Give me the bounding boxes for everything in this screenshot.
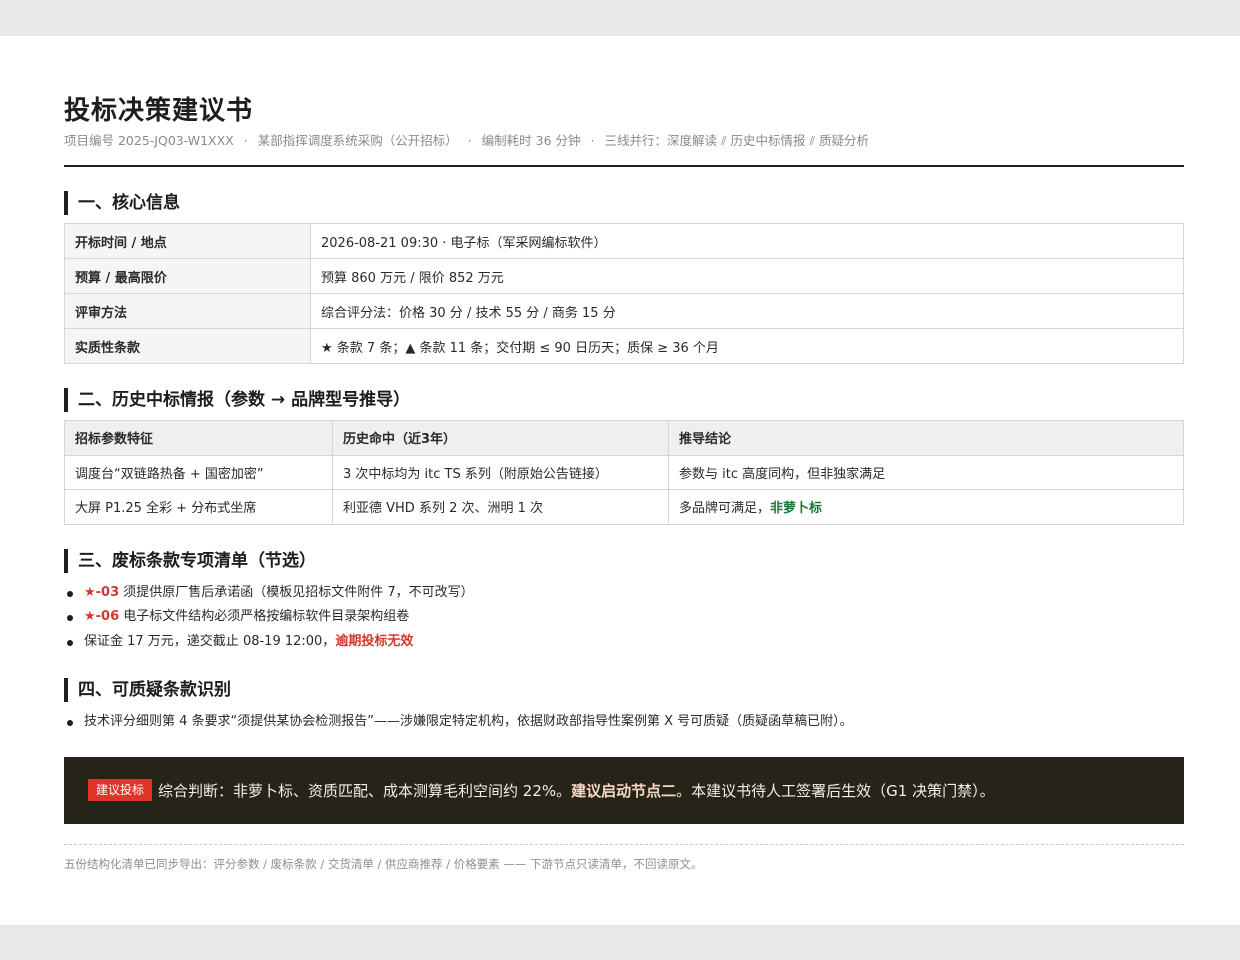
section-history-title: 二、历史中标情报（参数 → 品牌型号推导） (64, 388, 1184, 412)
challenge-list: 技术评分细则第 4 条要求“须提供某协会检测报告”——涉嫌限定特定机构，依据财政… (64, 710, 1184, 735)
cell-conclusion: 多品牌可满足，非萝卜标 (668, 489, 1184, 525)
document-meta: 项目编号 2025-JQ03-W1XXX · 某部指挥调度系统采购（公开招标） … (64, 132, 1184, 150)
cell-feature: 大屏 P1.25 全彩 + 分布式坐席 (64, 489, 333, 525)
conclusion-text: 参数与 itc 高度同构，但非独家满足 (679, 466, 886, 482)
row-label: 实质性条款 (64, 328, 311, 364)
clause-text: 须提供原厂售后承诺函（模板见招标文件附件 7，不可改写） (119, 584, 474, 600)
title-divider (64, 165, 1184, 167)
conclusion-text: 多品牌可满足， (679, 501, 771, 517)
clause-text: 保证金 17 万元，递交截止 08-19 12:00， (84, 633, 336, 649)
table-row: 实质性条款 ★ 条款 7 条；▲ 条款 11 条；交付期 ≤ 90 日历天；质保… (64, 328, 1184, 364)
row-value: ★ 条款 7 条；▲ 条款 11 条；交付期 ≤ 90 日历天；质保 ≥ 36 … (310, 328, 1184, 364)
document-page: 投标决策建议书 项目编号 2025-JQ03-W1XXX · 某部指挥调度系统采… (0, 36, 1240, 925)
meta-separator: · (243, 133, 248, 148)
cell-feature: 调度台“双链路热备 + 国密加密” (64, 454, 333, 490)
clause-tag: ★-06 (84, 609, 120, 624)
row-label: 预算 / 最高限价 (64, 258, 311, 294)
meta-project-name: 某部指挥调度系统采购（公开招标） (257, 133, 458, 148)
list-item: 技术评分细则第 4 条要求“须提供某协会检测报告”——涉嫌限定特定机构，依据财政… (64, 710, 1184, 735)
verdict-text: 综合判断：非萝卜标、资质匹配、成本测算毛利空间约 22%。 (158, 781, 572, 800)
footer-note: 五份结构化清单已同步导出：评分参数 / 废标条款 / 交货清单 / 供应商推荐 … (64, 856, 703, 871)
disqualify-list: ★-03 须提供原厂售后承诺函（模板见招标文件附件 7，不可改写） ★-06 电… (64, 581, 1184, 655)
core-info-table: 开标时间 / 地点 2026-08-21 09:30 · 电子标（军采网编标软件… (64, 223, 1184, 364)
meta-separator: · (590, 133, 595, 148)
table-row: 大屏 P1.25 全彩 + 分布式坐席 利亚德 VHD 系列 2 次、洲明 1 … (64, 489, 1184, 525)
column-header: 推导结论 (668, 420, 1184, 456)
clause-tag: ★-03 (84, 584, 120, 600)
row-value: 综合评分法：价格 30 分 / 技术 55 分 / 商务 15 分 (310, 293, 1184, 329)
table-row: 开标时间 / 地点 2026-08-21 09:30 · 电子标（军采网编标软件… (64, 223, 1184, 259)
footer-divider (64, 843, 1184, 845)
verdict-highlight: 建议启动节点二 (571, 781, 677, 800)
status-badge: 建议投标 (88, 779, 153, 801)
section-core-info-title: 一、核心信息 (64, 191, 1184, 215)
list-item: 保证金 17 万元，递交截止 08-19 12:00，逾期投标无效 (64, 630, 1184, 655)
clause-tail: 逾期投标无效 (335, 633, 414, 649)
row-label: 评审方法 (64, 293, 311, 329)
meta-duration: 编制耗时 36 分钟 (481, 133, 581, 148)
table-header-row: 招标参数特征 历史命中（近3年） 推导结论 (64, 420, 1184, 456)
conclusion-highlight: 非萝卜标 (770, 501, 823, 517)
document-title: 投标决策建议书 (64, 96, 254, 126)
meta-project-id: 项目编号 2025-JQ03-W1XXX (64, 133, 234, 148)
table-row: 评审方法 综合评分法：价格 30 分 / 技术 55 分 / 商务 15 分 (64, 293, 1184, 329)
column-header: 历史命中（近3年） (332, 420, 669, 456)
row-value: 预算 860 万元 / 限价 852 万元 (310, 258, 1184, 294)
column-header: 招标参数特征 (64, 420, 333, 456)
list-item: ★-03 须提供原厂售后承诺函（模板见招标文件附件 7，不可改写） (64, 581, 1184, 606)
table-row: 预算 / 最高限价 预算 860 万元 / 限价 852 万元 (64, 258, 1184, 294)
section-disqualify-title: 三、废标条款专项清单（节选） (64, 548, 1184, 573)
clause-text: 电子标文件结构必须严格按编标软件目录架构组卷 (119, 609, 410, 624)
row-label: 开标时间 / 地点 (64, 223, 311, 259)
meta-lines: 三线并行：深度解读 ⫽ 历史中标情报 ⫽ 质疑分析 (604, 133, 870, 148)
list-item: ★-06 电子标文件结构必须严格按编标软件目录架构组卷 (64, 605, 1184, 630)
verdict-banner: 建议投标 综合判断：非萝卜标、资质匹配、成本测算毛利空间约 22%。 建议启动节… (64, 756, 1184, 824)
table-row: 调度台“双链路热备 + 国密加密” 3 次中标均为 itc TS 系列（附原始公… (64, 454, 1184, 490)
row-value: 2026-08-21 09:30 · 电子标（军采网编标软件） (310, 223, 1184, 259)
history-table: 招标参数特征 历史命中（近3年） 推导结论 调度台“双链路热备 + 国密加密” … (64, 420, 1184, 525)
section-challenge-title: 四、可质疑条款识别 (64, 678, 1184, 702)
cell-conclusion: 参数与 itc 高度同构，但非独家满足 (668, 454, 1184, 490)
meta-separator: · (467, 133, 472, 148)
cell-hits: 利亚德 VHD 系列 2 次、洲明 1 次 (332, 489, 669, 525)
cell-hits: 3 次中标均为 itc TS 系列（附原始公告链接） (332, 454, 669, 490)
verdict-tail: 。本建议书待人工签署后生效（G1 决策门禁）。 (676, 781, 995, 800)
